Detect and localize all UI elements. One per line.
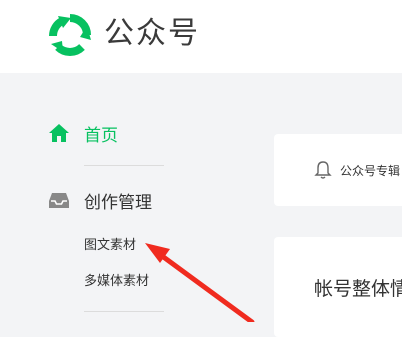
brand-name: 公众号 (104, 16, 200, 51)
section-title: 帐号整体情 (314, 278, 402, 300)
sidebar-item-home[interactable]: 首页 (48, 120, 118, 146)
notice-card[interactable]: 公众号专辑 (274, 134, 402, 206)
sidebar: 首页 创作管理 图文素材 多媒体素材 (0, 73, 260, 322)
notice-text: 公众号专辑 (340, 164, 401, 178)
account-overview-card: 帐号整体情 (274, 237, 402, 337)
divider (84, 165, 164, 166)
sidebar-item-label: 首页 (84, 125, 118, 146)
bell-icon (314, 161, 332, 179)
sidebar-item-article-materials[interactable]: 图文素材 (84, 234, 136, 253)
sidebar-section-label: 创作管理 (84, 192, 152, 213)
inbox-icon (49, 193, 69, 208)
top-header: 公众号 (0, 0, 402, 73)
wechat-mp-logo-icon[interactable] (49, 14, 91, 56)
home-icon (49, 124, 69, 142)
sidebar-section-content-management: 创作管理 (48, 187, 152, 213)
divider (84, 311, 164, 312)
sidebar-item-multimedia-materials[interactable]: 多媒体素材 (84, 270, 149, 289)
